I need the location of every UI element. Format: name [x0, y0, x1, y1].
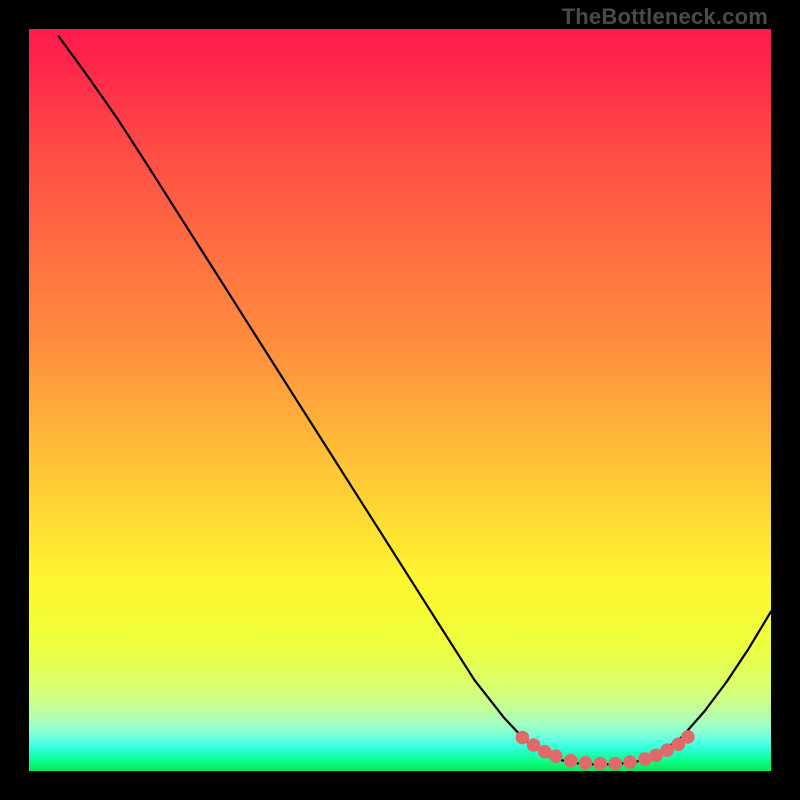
chart-svg [29, 29, 771, 771]
curve-marker [579, 756, 593, 770]
curve-marker [594, 757, 608, 771]
chart-frame [29, 29, 771, 771]
watermark-text: TheBottleneck.com [562, 4, 768, 30]
curve-marker [623, 755, 637, 769]
curve-markers [516, 730, 695, 770]
curve-marker [608, 757, 622, 771]
curve-marker [564, 754, 578, 768]
curve-marker [681, 730, 695, 744]
curve-line [59, 36, 771, 764]
curve-marker [549, 749, 563, 763]
curve-marker [516, 731, 530, 745]
